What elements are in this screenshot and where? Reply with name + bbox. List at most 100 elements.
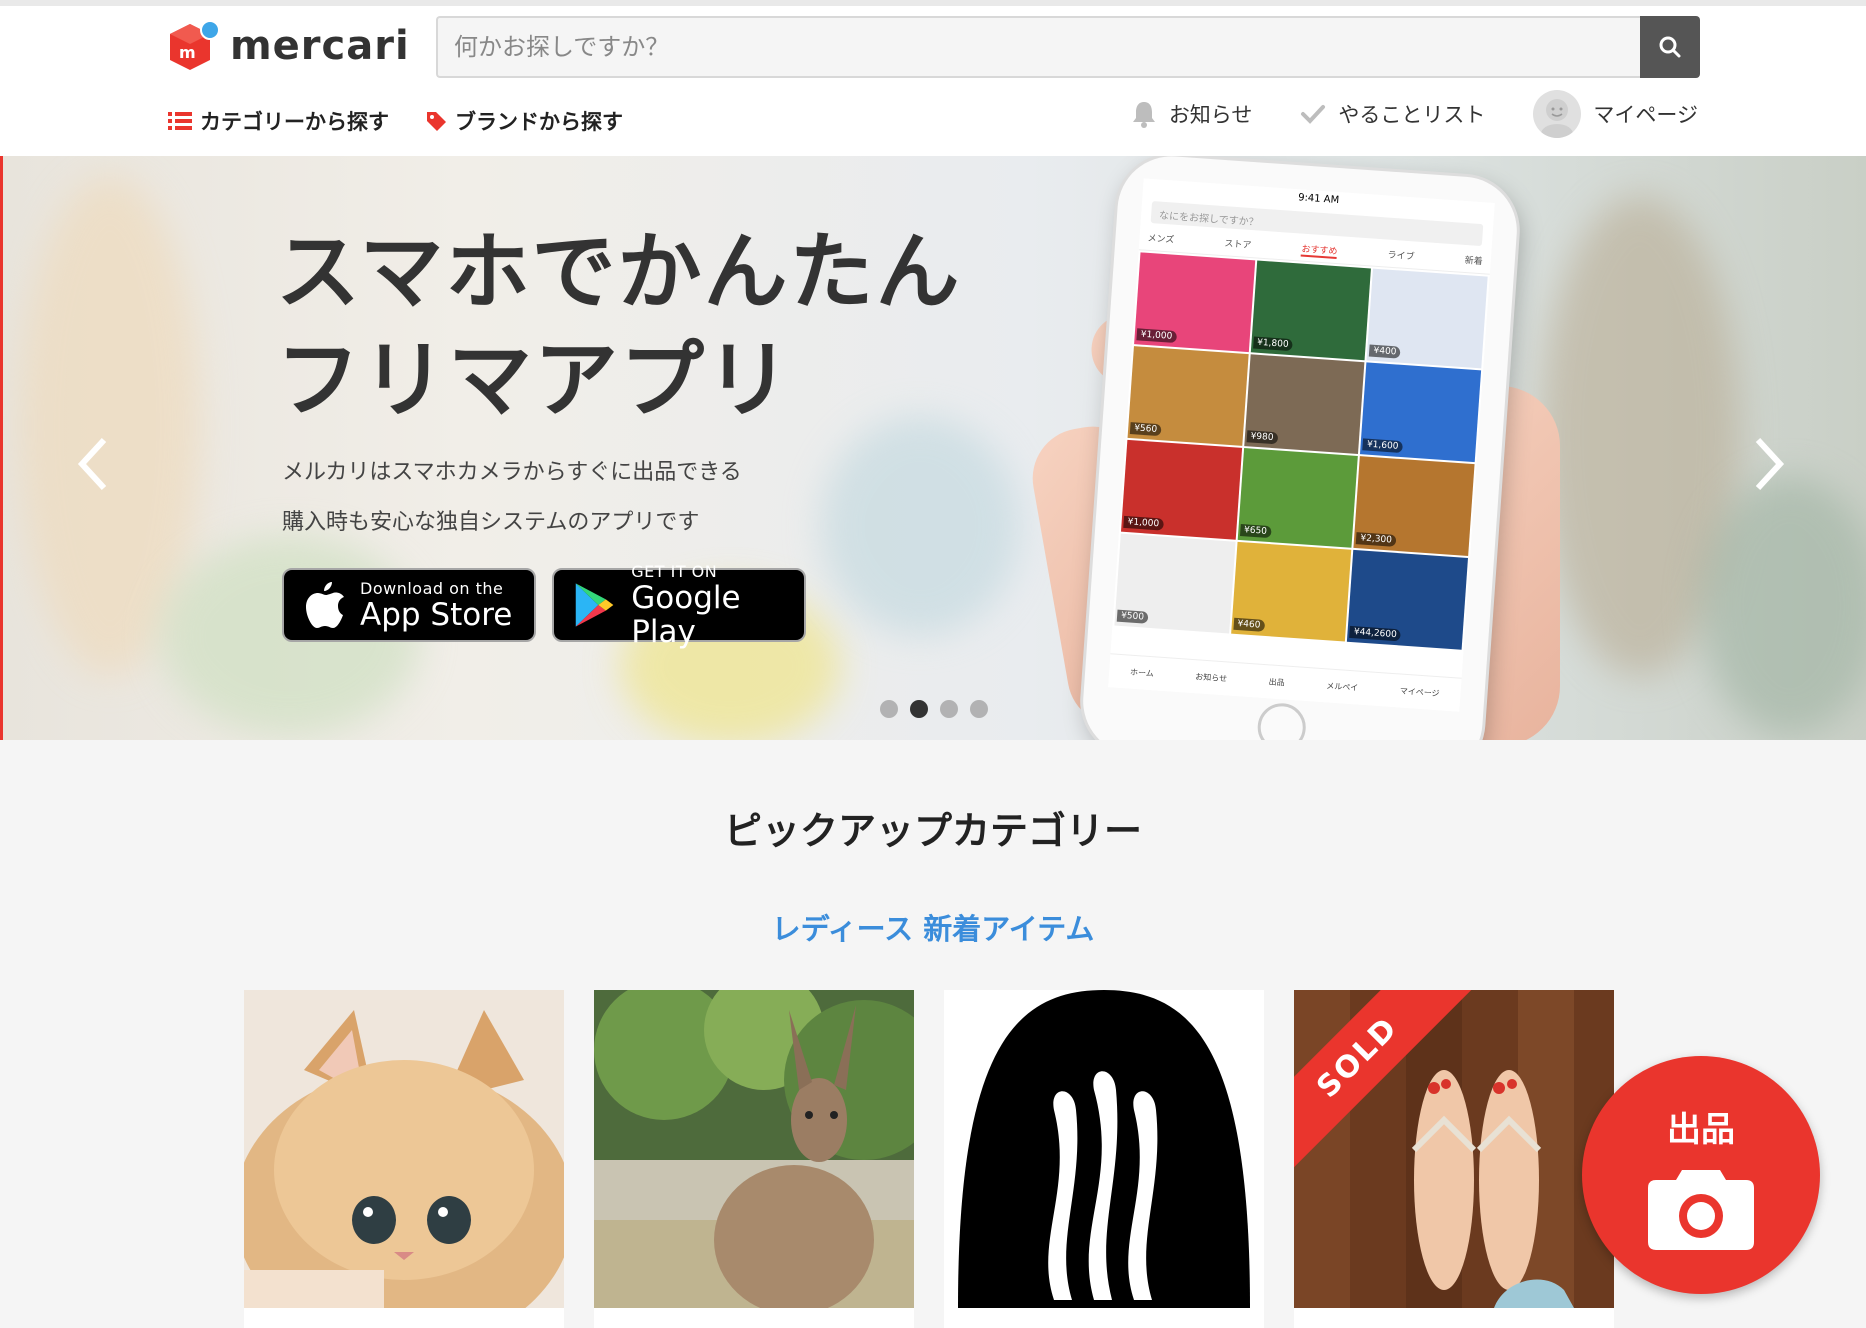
item-card-kangaroo[interactable] [594,990,914,1328]
hero-description: メルカリはスマホカメラからすぐに出品できる 購入時も安心な独自システムのアプリで… [282,448,742,548]
phone-item-cell: ¥460 [1230,541,1352,642]
phone-item-cell: ¥560 [1127,346,1249,446]
app-store-big-text: App Store [360,596,513,633]
phone-item-cell: ¥500 [1114,533,1236,634]
carousel-prev-button[interactable] [72,434,112,494]
mercari-logo[interactable]: m mercari [168,18,410,74]
phone-item-cell: ¥2,300 [1353,456,1475,556]
google-play-icon [575,583,614,627]
hero-sub-line1: メルカリはスマホカメラからすぐに出品できる [282,460,742,485]
section-title: ピックアップカテゴリー [723,809,1142,853]
app-store-small-text: Download on the [360,578,504,598]
phone-item-price: ¥980 [1246,430,1278,445]
phone-item-cell: ¥1,000 [1120,439,1242,540]
header-nav-right: お知らせ やることリスト マイページ [1131,90,1698,138]
check-icon [1301,105,1326,124]
notifications-label: お知らせ [1168,103,1253,127]
section-subtitle-link[interactable]: レディース 新着アイテム [0,906,1866,948]
google-play-small-text: GET IT ON [631,561,718,581]
phone-tab: ストア [1224,239,1252,252]
phone-nav-item: メルペイ [1325,681,1359,693]
phone-nav-item: マイページ [1399,686,1440,699]
phone-item-price: ¥1,000 [1123,515,1164,531]
phone-item-price: ¥1,600 [1362,438,1403,454]
mypage-label: マイページ [1593,103,1698,127]
carousel-dot[interactable] [880,700,898,718]
chevron-left-icon [77,437,107,491]
phone-item-price: ¥400 [1369,344,1401,359]
phone-tab: おすすめ [1300,241,1338,260]
hero-carousel: スマホでかんたん フリマアプリ メルカリはスマホカメラからすぐに出品できる 購入… [0,156,1866,740]
search-bar [436,16,1700,78]
phone-item-price: ¥500 [1116,609,1149,624]
carousel-dot[interactable] [910,700,928,718]
list-icon [168,112,192,130]
phone-item-cell: ¥1,800 [1250,260,1372,361]
category-search-label: カテゴリーから探す [200,110,389,134]
item-card-steam-logo[interactable] [944,990,1264,1328]
phone-item-cell: ¥1,600 [1360,362,1482,463]
svg-text:m: m [179,43,196,62]
todo-list-link[interactable]: やることリスト [1300,99,1485,129]
todo-list-label: やることリスト [1338,103,1486,127]
notifications-link[interactable]: お知らせ [1131,99,1253,129]
item-card-kitten[interactable] [244,990,564,1328]
phone-item-price: ¥2,300 [1356,532,1397,547]
google-play-big-text: Google Play [631,579,741,650]
phone-item-price: ¥460 [1233,617,1265,632]
tag-icon [427,112,446,131]
search-input[interactable] [436,16,1640,78]
mypage-link[interactable]: マイページ [1533,90,1698,138]
sell-fab-button[interactable]: 出品 [1582,1056,1820,1294]
carousel-next-button[interactable] [1750,434,1790,494]
hero-title-line2: フリマアプリ [276,331,793,429]
phone-item-price: ¥1,000 [1136,328,1177,344]
phone-item-cell: ¥44,2600 [1347,549,1468,650]
phone-nav-item: ホーム [1129,667,1155,679]
carousel-dot[interactable] [970,700,988,718]
phone-item-cell: ¥980 [1243,354,1365,455]
phone-nav-item: お知らせ [1195,672,1228,684]
google-play-badge[interactable]: GET IT ON Google Play [552,562,806,649]
logo-wordmark: mercari [230,23,410,69]
brand-search-label: ブランドから探す [455,110,623,134]
site-header: m mercari カテゴリーから探す ブラン [0,6,1866,156]
chevron-right-icon [1755,437,1785,491]
phone-item-cell: ¥1,000 [1134,252,1255,353]
phone-item-price: ¥1,800 [1252,336,1293,352]
apple-icon [306,582,344,628]
phone-home-button [1256,701,1308,740]
hero-title: スマホでかんたん フリマアプリ [276,218,961,434]
category-search-link[interactable]: カテゴリーから探す [168,106,389,136]
search-button[interactable] [1640,16,1700,78]
mercari-logo-icon: m [168,20,220,72]
brand-search-link[interactable]: ブランドから探す [425,106,623,136]
bell-icon [1132,102,1155,128]
phone-item-price: ¥560 [1129,422,1162,437]
kangaroo-image [594,990,914,1308]
sandals-image: SOLD [1294,990,1614,1308]
phone-item-cell: ¥650 [1237,448,1359,548]
header-nav-left: カテゴリーから探す ブランドから探す [168,106,623,136]
camera-icon [1648,1170,1754,1250]
avatar [1533,90,1582,138]
steam-logo-image [944,990,1264,1308]
phone-screen: 9:41 AM なにをお探しですか？ メンズ ストア おすすめ ライブ 新着 ¥1,00… [1108,178,1495,712]
hero-title-line1: スマホでかんたん [276,223,962,321]
kitten-image [244,990,564,1308]
phone-mockup: 9:41 AM なにをお探しですか？ メンズ ストア おすすめ ライブ 新着 ¥1,00… [1079,156,1521,740]
phone-tab: 新着 [1464,255,1483,268]
phone-item-grid: ¥1,000 ¥1,800 ¥400 ¥560 ¥980 ¥1,600 ¥1,000 ¥650… [1112,250,1490,652]
phone-tab: ライブ [1387,250,1415,263]
phone-item-cell: ¥400 [1366,268,1488,369]
item-list: SOLD [244,990,1614,1328]
carousel-dots [880,700,988,718]
phone-tab: メンズ [1147,233,1175,246]
carousel-dot[interactable] [940,700,958,718]
phone-nav-item: 出品 [1268,677,1286,688]
hero-sub-line2: 購入時も安心な独自システムのアプリです [282,510,700,535]
phone-item-price: ¥44,2600 [1349,625,1402,642]
item-card-sandals[interactable]: SOLD [1294,990,1614,1328]
app-store-badge[interactable]: Download on the App Store [282,568,536,642]
sell-fab-label: 出品 [1667,1110,1735,1150]
